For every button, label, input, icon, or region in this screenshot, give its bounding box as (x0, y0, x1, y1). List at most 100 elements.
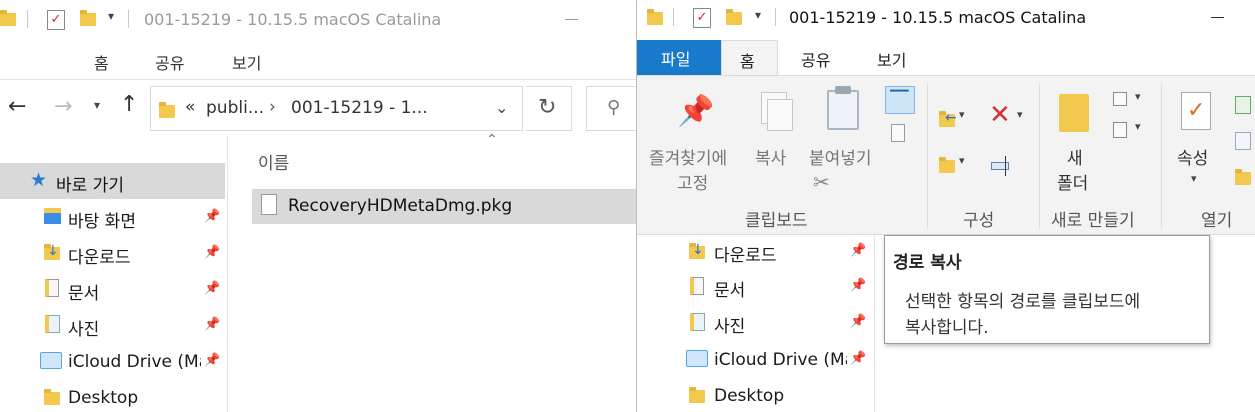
history-icon (1235, 169, 1251, 185)
pin-icon: 📌 (677, 94, 715, 129)
new-folder-qat-icon[interactable] (80, 10, 96, 26)
up-button[interactable]: ↑ (120, 92, 138, 117)
clipboard-icon (827, 90, 859, 130)
pin-icon[interactable]: 📌 (850, 351, 866, 366)
easy-access-icon (1113, 122, 1127, 138)
title-bar: ✓ ▾ 001-15219 - 10.15.5 macOS Catalina (637, 0, 1255, 40)
documents-icon (45, 279, 59, 297)
breadcrumb-separator-icon: › (269, 97, 276, 117)
properties-button[interactable]: ✓ 속성 ▾ (1171, 86, 1221, 198)
properties-qat-icon[interactable]: ✓ (47, 10, 65, 30)
nav-item-desktop-ko[interactable]: 바탕 화면 📌 (0, 199, 225, 235)
nav-item-pictures[interactable]: 사진 📌 (637, 306, 872, 340)
nav-item-label: Desktop (68, 388, 139, 408)
breadcrumb-publi[interactable]: publi... (206, 98, 264, 118)
nav-item-desktop[interactable]: Desktop (637, 378, 872, 412)
refresh-button[interactable]: ↻ (526, 86, 572, 131)
pin-icon[interactable]: 📌 (204, 245, 220, 260)
star-icon: ★ (30, 169, 48, 191)
nav-item-icloud[interactable]: iCloud Drive (Ma 📌 (0, 343, 225, 379)
delete-button[interactable]: ✕ ▾ (987, 100, 1031, 132)
file-row[interactable]: RecoveryHDMetaDmg.pkg (252, 189, 636, 224)
back-button[interactable]: ← (8, 94, 26, 119)
address-bar[interactable]: « publi... › 001-15219 - 1... ⌄ (150, 86, 523, 131)
qat-dropdown-icon[interactable]: ▾ (755, 8, 761, 22)
tooltip-line-1: 선택한 항목의 경로를 클립보드에 (905, 292, 1141, 312)
new-folder-qat-icon[interactable] (726, 9, 742, 25)
pin-icon[interactable]: 📌 (204, 353, 220, 368)
file-list: ⌃ 이름 RecoveryHDMetaDmg.pkg (229, 132, 636, 412)
nav-item-label: 사진 (714, 317, 746, 337)
folder-icon (44, 389, 60, 405)
open-icon (1235, 96, 1251, 114)
rename-button[interactable] (989, 154, 1019, 180)
copy-path-icon: ▔▔ (890, 90, 909, 104)
tab-view[interactable]: 보기 (877, 47, 906, 71)
easy-access-button[interactable]: ▾ (1111, 120, 1145, 142)
documents-icon (690, 277, 704, 295)
copy-button[interactable]: 복사 (747, 86, 803, 198)
open-button[interactable] (1233, 94, 1255, 118)
tab-share[interactable]: 공유 (155, 50, 184, 74)
breadcrumb-current[interactable]: 001-15219 - 1... (291, 98, 428, 118)
qat-dropdown-icon[interactable]: ▾ (108, 9, 114, 23)
tab-share[interactable]: 공유 (801, 47, 830, 71)
breadcrumb-overflow[interactable]: « (185, 97, 195, 117)
pin-icon[interactable]: 📌 (204, 209, 220, 224)
new-item-button[interactable]: ▾ (1111, 90, 1145, 112)
folder-icon (689, 387, 705, 403)
search-box[interactable]: ⚲ (586, 86, 636, 131)
cut-button[interactable]: ✂ (813, 170, 830, 194)
tab-file[interactable]: 파일 (637, 40, 721, 75)
chevron-down-icon: ▾ (1017, 108, 1023, 121)
tab-view[interactable]: 보기 (232, 50, 261, 74)
paste-shortcut-button[interactable] (887, 122, 911, 146)
paste-shortcut-icon (891, 124, 905, 142)
history-button[interactable] (1233, 164, 1255, 188)
pin-icon[interactable]: 📌 (850, 314, 866, 329)
new-item-icon (1113, 92, 1127, 106)
pin-to-quick-access-button[interactable]: 📌 즐겨찾기에 고정 (645, 86, 741, 198)
new-folder-button[interactable]: 새 폴더 (1049, 86, 1101, 198)
nav-item-desktop[interactable]: Desktop (0, 379, 225, 412)
edit-button[interactable] (1233, 130, 1255, 154)
ribbon-tabs: 홈 공유 보기 (0, 40, 636, 80)
rename-icon (991, 162, 1009, 170)
move-to-button[interactable]: ← ▾ (935, 106, 971, 132)
copy-to-button[interactable]: ▾ (935, 152, 971, 178)
nav-item-documents[interactable]: 문서 📌 (637, 270, 872, 304)
sort-ascending-icon[interactable]: ⌃ (486, 132, 498, 148)
address-dropdown-icon[interactable]: ⌄ (495, 98, 508, 117)
nav-item-pictures[interactable]: 사진 📌 (0, 307, 225, 343)
nav-item-downloads[interactable]: ↓ 다운로드 📌 (0, 235, 225, 271)
edit-icon (1235, 132, 1251, 150)
quick-access-label: 바로 가기 (56, 176, 124, 196)
nav-item-icloud[interactable]: iCloud Drive (Ma 📌 (637, 342, 872, 376)
new-folder-icon (1059, 94, 1089, 132)
window-title: 001-15219 - 10.15.5 macOS Catalina (144, 10, 442, 29)
open-group-label: 열기 (1201, 211, 1233, 231)
recent-dropdown-icon[interactable]: ▾ (94, 98, 100, 112)
pin-icon[interactable]: 📌 (204, 281, 220, 296)
pin-icon[interactable]: 📌 (850, 243, 866, 258)
properties-qat-icon[interactable]: ✓ (693, 8, 711, 28)
nav-item-label: 문서 (68, 284, 100, 304)
chevron-down-icon: ▾ (959, 108, 965, 121)
nav-item-downloads[interactable]: ↓ 다운로드 📌 (637, 235, 872, 269)
tab-home[interactable]: 홈 (94, 50, 109, 74)
file-name: RecoveryHDMetaDmg.pkg (288, 196, 513, 216)
tab-home[interactable]: 홈 (721, 40, 778, 76)
pin-icon[interactable]: 📌 (204, 317, 220, 332)
nav-item-label: 다운로드 (714, 246, 777, 266)
minimize-button[interactable] (1211, 17, 1224, 18)
icloud-icon (686, 350, 708, 367)
forward-button[interactable]: → (54, 94, 72, 119)
column-header-name[interactable]: 이름 (258, 149, 289, 174)
pin-icon[interactable]: 📌 (850, 278, 866, 293)
minimize-button[interactable] (565, 19, 578, 20)
copy-path-button[interactable]: ▔▔ (885, 86, 915, 114)
nav-item-documents[interactable]: 문서 📌 (0, 271, 225, 307)
delete-icon: ✕ (989, 100, 1011, 130)
refresh-icon: ↻ (538, 95, 557, 120)
quick-access-item[interactable]: ★ 바로 가기 (0, 163, 225, 199)
